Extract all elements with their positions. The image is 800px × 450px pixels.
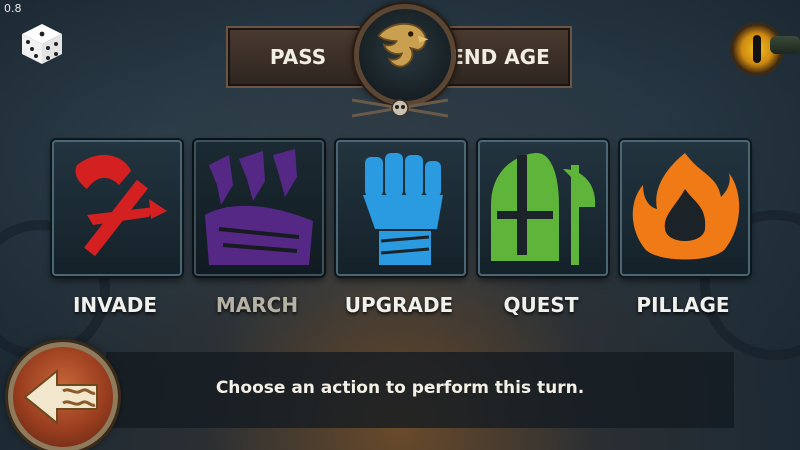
- action-label-quest[interactable]: QUEST: [461, 293, 621, 317]
- action-card-invade[interactable]: [52, 140, 182, 276]
- action-card-pillage[interactable]: [620, 140, 750, 276]
- instruction-message: Choose an action to perform this turn.: [215, 378, 585, 398]
- eye-serpent-tail: [770, 36, 800, 54]
- action-label-invade[interactable]: INVADE: [35, 293, 195, 317]
- action-card-march[interactable]: [194, 140, 324, 276]
- game-screen: 0.8 PASS END AGE INVADE MARCH UPGRADE QU…: [0, 0, 800, 450]
- eagle-emblem-icon: [354, 4, 456, 106]
- back-arrow-shield-icon: [23, 368, 98, 426]
- action-label-upgrade[interactable]: UPGRADE: [319, 293, 479, 317]
- march-icon: [205, 149, 313, 265]
- helmet-axe-icon: [491, 153, 596, 265]
- action-card-quest[interactable]: [478, 140, 608, 276]
- fire-icon: [632, 153, 740, 260]
- crossed-weapons-skull-icon: [351, 98, 449, 118]
- axe-icon: [75, 154, 167, 257]
- top-action-bar: PASS END AGE: [226, 4, 572, 118]
- pass-button[interactable]: PASS: [226, 26, 370, 88]
- dice-icon[interactable]: [20, 22, 64, 66]
- version-label: 0.8: [4, 2, 22, 15]
- action-label-pillage[interactable]: PILLAGE: [603, 293, 763, 317]
- eye-pupil: [753, 35, 761, 63]
- action-card-upgrade[interactable]: [336, 140, 466, 276]
- action-label-march[interactable]: MARCH: [177, 293, 337, 317]
- back-button[interactable]: [8, 342, 118, 450]
- fist-icon: [363, 153, 443, 265]
